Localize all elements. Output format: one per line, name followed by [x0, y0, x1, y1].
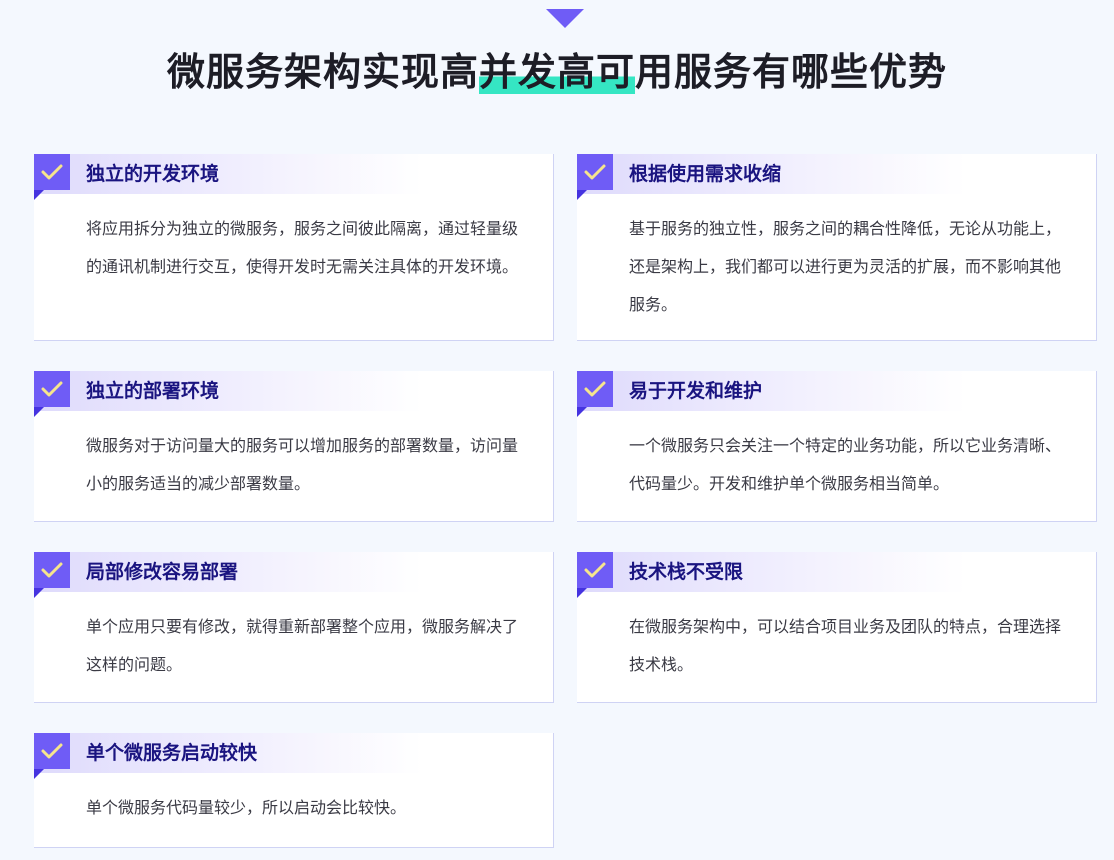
- checkmark-icon: [584, 164, 606, 180]
- badge-fold: [34, 769, 44, 779]
- checkmark-icon: [584, 381, 606, 397]
- feature-card: 独立的开发环境 将应用拆分为独立的微服务，服务之间彼此隔离，通过轻量级的通讯机制…: [34, 154, 554, 341]
- page-title: 微服务架构实现高并发高可用服务有哪些优势: [167, 46, 947, 98]
- card-header: 局部修改容易部署: [34, 552, 553, 598]
- card-description: 单个应用只要有修改，就得重新部署整个应用，微服务解决了这样的问题。: [86, 617, 519, 674]
- title-highlight: 并发高可: [478, 50, 635, 94]
- badge-fold: [577, 190, 587, 200]
- card-header: 技术栈不受限: [577, 552, 1096, 598]
- feature-card: 单个微服务启动较快 单个微服务代码量较少，所以启动会比较快。: [34, 733, 554, 848]
- check-badge: [34, 371, 70, 407]
- feature-card: 技术栈不受限 在微服务架构中，可以结合项目业务及团队的特点，合理选择技术栈。: [577, 552, 1097, 703]
- card-title: 技术栈不受限: [629, 561, 744, 583]
- down-arrow-icon: [546, 9, 584, 28]
- card-description: 在微服务架构中，可以结合项目业务及团队的特点，合理选择技术栈。: [629, 617, 1062, 674]
- card-description: 微服务对于访问量大的服务可以增加服务的部署数量，访问量小的服务适当的减少部署数量…: [86, 436, 519, 493]
- card-description: 一个微服务只会关注一个特定的业务功能，所以它业务清晰、代码量少。开发和维护单个微…: [629, 436, 1062, 493]
- badge-fold: [34, 190, 44, 200]
- checkmark-icon: [41, 562, 63, 578]
- checkmark-icon: [41, 381, 63, 397]
- badge-fold: [34, 407, 44, 417]
- check-badge: [577, 552, 613, 588]
- check-badge: [577, 371, 613, 407]
- check-badge: [34, 733, 70, 769]
- checkmark-icon: [41, 164, 63, 180]
- card-title: 单个微服务启动较快: [86, 742, 258, 764]
- card-header: 独立的部署环境: [34, 371, 553, 417]
- feature-card: 独立的部署环境 微服务对于访问量大的服务可以增加服务的部署数量，访问量小的服务适…: [34, 371, 554, 522]
- check-badge: [34, 154, 70, 190]
- card-title: 局部修改容易部署: [86, 561, 239, 583]
- feature-card: 局部修改容易部署 单个应用只要有修改，就得重新部署整个应用，微服务解决了这样的问…: [34, 552, 554, 703]
- card-description: 将应用拆分为独立的微服务，服务之间彼此隔离，通过轻量级的通讯机制进行交互，使得开…: [86, 219, 519, 276]
- page-title-wrapper: 微服务架构实现高并发高可用服务有哪些优势: [0, 46, 1114, 98]
- badge-fold: [577, 407, 587, 417]
- card-title: 易于开发和维护: [629, 380, 763, 402]
- badge-fold: [34, 588, 44, 598]
- card-description: 单个微服务代码量较少，所以启动会比较快。: [86, 798, 407, 817]
- card-header: 单个微服务启动较快: [34, 733, 553, 779]
- card-description: 基于服务的独立性，服务之间的耦合性降低，无论从功能上，还是架构上，我们都可以进行…: [629, 219, 1062, 314]
- card-title: 根据使用需求收缩: [629, 163, 782, 185]
- checkmark-icon: [584, 562, 606, 578]
- check-badge: [34, 552, 70, 588]
- title-part-before: 微服务架构实现高: [166, 50, 479, 94]
- feature-card: 根据使用需求收缩 基于服务的独立性，服务之间的耦合性降低，无论从功能上，还是架构…: [577, 154, 1097, 341]
- badge-fold: [577, 588, 587, 598]
- card-title: 独立的部署环境: [86, 380, 220, 402]
- checkmark-icon: [41, 743, 63, 759]
- title-part-after: 用服务有哪些优势: [635, 50, 948, 94]
- card-header: 独立的开发环境: [34, 154, 553, 200]
- card-header: 根据使用需求收缩: [577, 154, 1096, 200]
- feature-card: 易于开发和维护 一个微服务只会关注一个特定的业务功能，所以它业务清晰、代码量少。…: [577, 371, 1097, 522]
- card-title: 独立的开发环境: [86, 163, 220, 185]
- card-header: 易于开发和维护: [577, 371, 1096, 417]
- check-badge: [577, 154, 613, 190]
